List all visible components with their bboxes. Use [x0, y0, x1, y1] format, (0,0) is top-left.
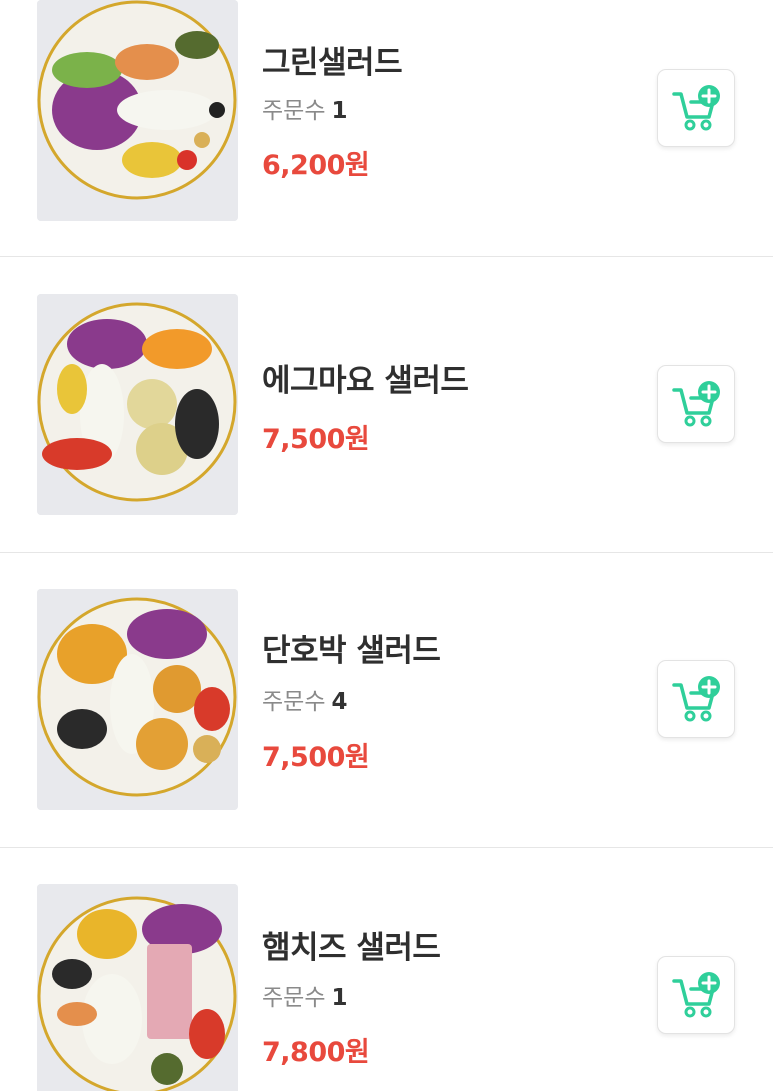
menu-item-price: 7,800원: [262, 1037, 370, 1068]
add-to-cart-button[interactable]: [657, 69, 735, 147]
menu-item-orders: 주문수 1: [262, 978, 348, 1012]
menu-item-name: 햄치즈 샐러드: [262, 930, 441, 966]
orders-label: 주문수: [262, 689, 326, 715]
menu-item-price: 7,500원: [262, 742, 370, 773]
orders-label: 주문수: [262, 985, 326, 1011]
menu-item-price: 6,200원: [262, 150, 370, 181]
list-item[interactable]: 그린샐러드 주문수 1 6,200원: [0, 0, 773, 258]
menu-item-orders: 주문수 4: [262, 682, 348, 716]
list-item[interactable]: 햄치즈 샐러드 주문수 1 7,800원: [0, 848, 773, 1091]
orders-count: 1: [331, 985, 348, 1011]
menu-item-image[interactable]: [37, 884, 238, 1091]
orders-count: 4: [331, 689, 348, 715]
menu-item-image[interactable]: [37, 0, 238, 221]
menu-item-name: 단호박 샐러드: [262, 633, 441, 669]
cart-plus-icon: [672, 85, 720, 131]
menu-item-image[interactable]: [37, 589, 238, 810]
add-to-cart-button[interactable]: [657, 956, 735, 1034]
list-item[interactable]: 에그마요 샐러드 7,500원: [0, 258, 773, 553]
menu-item-image[interactable]: [37, 294, 238, 515]
menu-item-name: 그린샐러드: [262, 45, 403, 81]
cart-plus-icon: [672, 676, 720, 722]
divider: [0, 256, 773, 257]
menu-item-orders: 주문수 1: [262, 91, 348, 125]
orders-count: 1: [331, 98, 348, 124]
add-to-cart-button[interactable]: [657, 365, 735, 443]
orders-label: 주문수: [262, 98, 326, 124]
cart-plus-icon: [672, 972, 720, 1018]
menu-item-name: 에그마요 샐러드: [262, 363, 469, 399]
cart-plus-icon: [672, 381, 720, 427]
add-to-cart-button[interactable]: [657, 660, 735, 738]
menu-list: 그린샐러드 주문수 1 6,200원 에그마요 샐러드 7,500원 단호박 샐…: [0, 0, 773, 1091]
list-item[interactable]: 단호박 샐러드 주문수 4 7,500원: [0, 553, 773, 848]
menu-item-price: 7,500원: [262, 424, 370, 455]
